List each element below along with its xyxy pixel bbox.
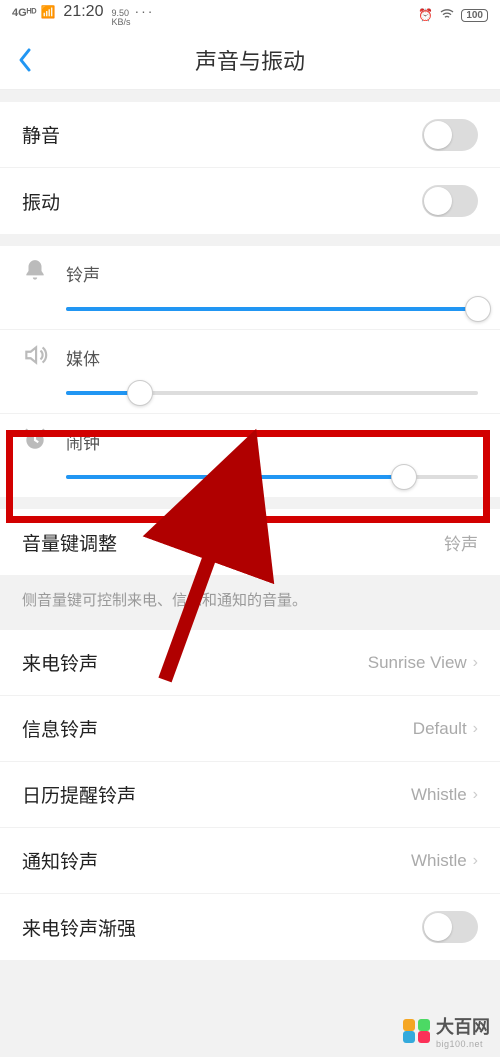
battery-indicator: 100: [461, 9, 488, 22]
chevron-right-icon: ›: [473, 852, 478, 870]
notify-ringtone-row[interactable]: 通知铃声 Whistle ›: [0, 828, 500, 894]
media-slider-thumb[interactable]: [127, 380, 153, 406]
alarm-icon: ⏰: [418, 8, 433, 22]
chevron-right-icon: ›: [473, 654, 478, 672]
ascending-ringtone-label: 来电铃声渐强: [22, 914, 136, 941]
watermark-text: 大百网: [436, 1017, 490, 1037]
alarm-slider[interactable]: [66, 475, 478, 479]
vibrate-label: 振动: [22, 188, 60, 215]
section-gap: [0, 234, 500, 246]
ringtone-slider[interactable]: [66, 307, 478, 311]
ringtone-slider-label: 铃声: [66, 261, 100, 286]
alarm-slider-label: 闹钟: [66, 429, 100, 454]
section-gap: [0, 497, 500, 509]
network-indicator: 4Gᴴᴰ: [12, 7, 36, 19]
calendar-ringtone-row[interactable]: 日历提醒铃声 Whistle ›: [0, 762, 500, 828]
data-rate: 9.50 KB/s: [111, 9, 130, 27]
vibrate-toggle[interactable]: [422, 185, 478, 217]
media-slider-row: 媒体: [0, 330, 500, 414]
ascending-ringtone-row[interactable]: 来电铃声渐强: [0, 894, 500, 960]
status-bar: 4Gᴴᴰ 📶 21:20 9.50 KB/s ··· ⏰ 100: [0, 0, 500, 30]
message-ringtone-value: Default: [413, 719, 467, 739]
status-right: ⏰ 100: [418, 6, 488, 25]
volume-key-row[interactable]: 音量键调整 铃声: [0, 509, 500, 575]
mute-label: 静音: [22, 121, 60, 148]
watermark-url: big100.net: [436, 1039, 490, 1049]
clock-time: 21:20: [63, 3, 103, 21]
mute-toggle[interactable]: [422, 119, 478, 151]
calendar-ringtone-value: Whistle: [411, 785, 467, 805]
wifi-icon: [439, 6, 455, 25]
ascending-ringtone-toggle[interactable]: [422, 911, 478, 943]
chevron-right-icon: ›: [473, 786, 478, 804]
ringtone-slider-row: 铃声: [0, 246, 500, 330]
nav-header: 声音与振动: [0, 30, 500, 90]
page-title: 声音与振动: [0, 44, 500, 76]
incoming-ringtone-value: Sunrise View: [368, 653, 467, 673]
vibrate-row[interactable]: 振动: [0, 168, 500, 234]
media-slider[interactable]: [66, 391, 478, 395]
section-gap: [0, 90, 500, 102]
back-button[interactable]: [0, 30, 50, 90]
message-ringtone-label: 信息铃声: [22, 715, 98, 742]
clock-icon: [22, 426, 48, 457]
mute-row[interactable]: 静音: [0, 102, 500, 168]
incoming-ringtone-row[interactable]: 来电铃声 Sunrise View ›: [0, 630, 500, 696]
calendar-ringtone-label: 日历提醒铃声: [22, 781, 136, 808]
notify-ringtone-label: 通知铃声: [22, 847, 98, 874]
volume-key-value: 铃声: [444, 530, 478, 555]
status-left: 4Gᴴᴰ 📶 21:20 9.50 KB/s ···: [12, 3, 154, 27]
volume-key-desc: 侧音量键可控制来电、信息和通知的音量。: [0, 575, 500, 630]
volume-key-label: 音量键调整: [22, 529, 117, 556]
speaker-icon: [22, 342, 48, 373]
bell-icon: [22, 258, 48, 289]
incoming-ringtone-label: 来电铃声: [22, 649, 98, 676]
more-indicator: ···: [134, 3, 154, 19]
notify-ringtone-value: Whistle: [411, 851, 467, 871]
signal-bars-icon: 📶: [40, 5, 55, 19]
chevron-right-icon: ›: [473, 720, 478, 738]
message-ringtone-row[interactable]: 信息铃声 Default ›: [0, 696, 500, 762]
alarm-slider-row: 闹钟: [0, 414, 500, 497]
watermark: 大百网 big100.net: [403, 1013, 490, 1049]
media-slider-label: 媒体: [66, 345, 100, 370]
alarm-slider-thumb[interactable]: [391, 464, 417, 490]
ringtone-slider-thumb[interactable]: [465, 296, 491, 322]
watermark-logo-icon: [403, 1019, 430, 1043]
